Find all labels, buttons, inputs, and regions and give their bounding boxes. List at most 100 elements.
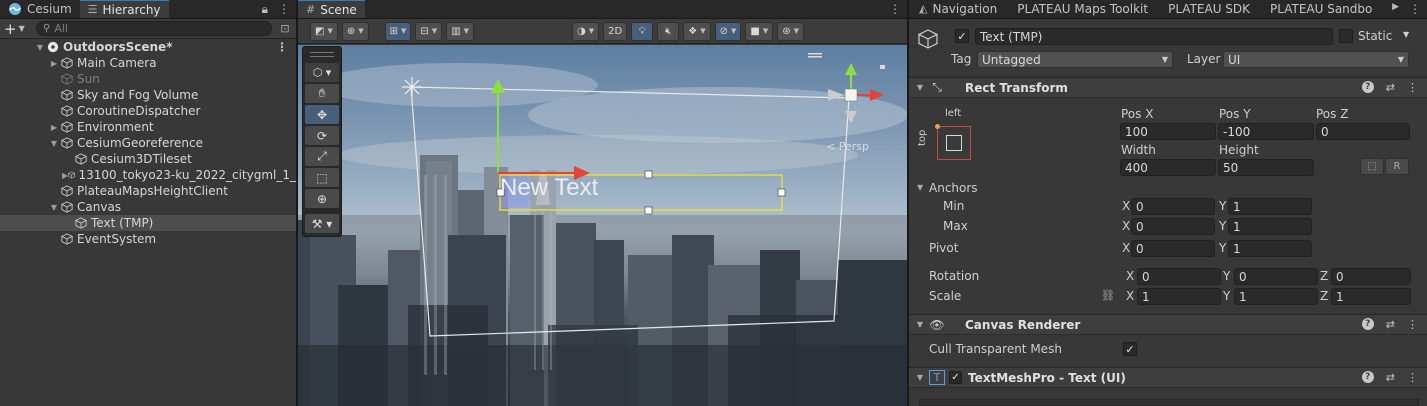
- scene-kebab-icon[interactable]: ⋮: [276, 40, 288, 54]
- hierarchy-item[interactable]: PlateauMapsHeightClient: [0, 183, 296, 199]
- pos-x-field[interactable]: 100: [1120, 123, 1216, 140]
- shading-mode-button[interactable]: ◑ ▼: [572, 21, 600, 41]
- hidden-objects-button[interactable]: ⊘ ▼: [714, 21, 742, 41]
- custom-tool-button[interactable]: ⚒ ▾: [305, 214, 339, 233]
- object-name-field[interactable]: Text (TMP): [975, 28, 1333, 45]
- grid-snap-button[interactable]: ⊞ ▼: [384, 21, 412, 41]
- tool-context-button[interactable]: ⬡ ▾: [305, 63, 339, 82]
- tab-overflow-icon[interactable]: ▶: [1392, 2, 1399, 16]
- audio-toggle-button[interactable]: 🔇︎: [657, 21, 680, 41]
- canvas-renderer-help-icon[interactable]: ?: [1361, 318, 1374, 330]
- overlay-grip[interactable]: [310, 52, 334, 57]
- canvas-renderer-header[interactable]: ▼ 👁︎ Canvas Renderer ? ⇄ ⋮: [909, 314, 1427, 335]
- rect-transform-header[interactable]: ▼ ⤡ Rect Transform ? ⇄ ⋮: [909, 77, 1427, 98]
- tab-hierarchy[interactable]: ☰ Hierarchy: [79, 0, 169, 18]
- ruler-button[interactable]: ▥ ▼: [446, 21, 475, 41]
- hierarchy-item[interactable]: ▶ Main Camera: [0, 55, 296, 71]
- preset-icon[interactable]: ⇄: [1386, 81, 1395, 94]
- expand-arrow-icon[interactable]: ▼: [48, 203, 60, 212]
- scene-viewport[interactable]: New Text < Persp: [298, 45, 907, 406]
- rot-y-field[interactable]: 0: [1234, 268, 1318, 285]
- kebab-menu-icon[interactable]: ⋮: [278, 2, 290, 17]
- hierarchy-item[interactable]: ▼ CesiumGeoreference: [0, 135, 296, 151]
- scene-kebab-menu-icon[interactable]: ⋮: [889, 2, 901, 16]
- tab-cesium[interactable]: Cesium: [0, 0, 80, 18]
- hierarchy-item[interactable]: EventSystem: [0, 231, 296, 247]
- component-menu-icon[interactable]: ⋮: [1407, 81, 1418, 94]
- textmeshpro-menu-icon[interactable]: ⋮: [1407, 371, 1418, 384]
- canvas-renderer-menu-icon[interactable]: ⋮: [1407, 318, 1418, 331]
- expand-arrow-icon[interactable]: ▼: [48, 139, 60, 148]
- ui-text-label[interactable]: New Text: [500, 174, 598, 202]
- static-dropdown-icon[interactable]: ▼: [1403, 30, 1409, 39]
- tab-plateau-maps-toolkit[interactable]: PLATEAU Maps Toolkit: [1007, 0, 1158, 18]
- help-icon[interactable]: ?: [1361, 81, 1374, 93]
- hierarchy-item[interactable]: Sun: [0, 71, 296, 87]
- expand-arrow-icon[interactable]: ▶: [48, 59, 60, 68]
- scale-tool-button[interactable]: ⤢: [305, 147, 339, 166]
- hierarchy-search-input[interactable]: ⚲ All: [36, 21, 272, 36]
- rect-tool-button[interactable]: ⬚: [305, 168, 339, 187]
- pos-y-field[interactable]: -100: [1218, 123, 1314, 140]
- rot-x-field[interactable]: 0: [1137, 268, 1221, 285]
- search-options-icon[interactable]: ⊡: [278, 22, 292, 35]
- tab-scene[interactable]: # Scene: [298, 0, 365, 18]
- hand-tool-button[interactable]: ✋︎: [305, 84, 339, 103]
- hierarchy-item[interactable]: Sky and Fog Volume: [0, 87, 296, 103]
- move-tool-button[interactable]: ✥: [305, 105, 339, 124]
- add-object-button[interactable]: + ▼: [4, 20, 30, 38]
- lighting-toggle-button[interactable]: 💡︎: [631, 21, 654, 41]
- tab-navigation[interactable]: ◭ Navigation: [909, 0, 1007, 18]
- transform-tool-button[interactable]: ⊕: [305, 189, 339, 208]
- tab-plateau-sandbox[interactable]: PLATEAU Sandbo: [1260, 0, 1382, 18]
- scale-z-field[interactable]: 1: [1331, 288, 1411, 305]
- scene-row[interactable]: ▼ OutdoorsScene* ⋮: [0, 39, 296, 55]
- height-field[interactable]: 50: [1218, 159, 1314, 176]
- camera-settings-button[interactable]: ■ ▼: [745, 21, 774, 41]
- min-y-field[interactable]: 1: [1228, 198, 1312, 215]
- anchors-label[interactable]: Anchors: [929, 181, 978, 195]
- effects-button[interactable]: ❖ ▼: [683, 21, 711, 41]
- global-local-button[interactable]: ⊕ ▼: [341, 21, 369, 41]
- canvas-renderer-preset-icon[interactable]: ⇄: [1386, 318, 1395, 331]
- expand-arrow-icon[interactable]: ▼: [34, 43, 46, 52]
- textmeshpro-preset-icon[interactable]: ⇄: [1386, 371, 1395, 384]
- textmeshpro-help-icon[interactable]: ?: [1361, 371, 1374, 383]
- increment-snap-button[interactable]: ⊟ ▼: [415, 21, 443, 41]
- hierarchy-item[interactable]: Cesium3DTileset: [0, 151, 296, 167]
- constrain-proportions-icon[interactable]: ⛓︎: [1101, 289, 1115, 302]
- scale-x-field[interactable]: 1: [1137, 288, 1221, 305]
- width-field[interactable]: 400: [1120, 159, 1216, 176]
- inspector-kebab-icon[interactable]: ⋮: [1409, 2, 1421, 16]
- cull-transparent-checkbox[interactable]: ✓: [1123, 342, 1137, 356]
- pos-z-field[interactable]: 0: [1316, 123, 1410, 140]
- expand-arrow-icon[interactable]: ▶: [48, 123, 60, 132]
- max-y-field[interactable]: 1: [1228, 218, 1312, 235]
- pivot-x-field[interactable]: 0: [1131, 240, 1215, 257]
- hierarchy-item[interactable]: ▶ Environment: [0, 119, 296, 135]
- hierarchy-item[interactable]: Text (TMP): [0, 215, 296, 231]
- toggle-2d-button[interactable]: 2D: [603, 21, 628, 41]
- hierarchy-item[interactable]: ▶ 13100_tokyo23-ku_2022_citygml_1_: [0, 167, 296, 183]
- active-checkbox[interactable]: ✓: [955, 29, 969, 43]
- blueprint-mode-button[interactable]: ⬚: [1360, 158, 1384, 175]
- perspective-label[interactable]: < Persp: [826, 140, 869, 153]
- min-x-field[interactable]: 0: [1131, 198, 1215, 215]
- hierarchy-item[interactable]: ▼ Canvas: [0, 199, 296, 215]
- lock-icon[interactable]: 🔒︎: [262, 2, 268, 17]
- static-checkbox[interactable]: [1339, 29, 1353, 43]
- scale-y-field[interactable]: 1: [1234, 288, 1318, 305]
- anchor-preset-button[interactable]: [937, 126, 971, 160]
- gizmos-button[interactable]: ⊛ ▼: [777, 21, 804, 41]
- anchors-foldout-icon[interactable]: ▼: [917, 183, 923, 192]
- rotate-tool-button[interactable]: ⟳: [305, 126, 339, 145]
- max-x-field[interactable]: 0: [1131, 218, 1215, 235]
- tag-dropdown[interactable]: Untagged ▼: [977, 51, 1173, 68]
- textmeshpro-header[interactable]: ▼ T ✓ TextMeshPro - Text (UI) ? ⇄ ⋮: [909, 367, 1427, 388]
- draw-mode-button[interactable]: ◩ ▼: [310, 21, 338, 41]
- tab-plateau-sdk[interactable]: PLATEAU SDK: [1158, 0, 1260, 18]
- pivot-y-field[interactable]: 1: [1228, 240, 1312, 257]
- rot-z-field[interactable]: 0: [1331, 268, 1411, 285]
- textmeshpro-enabled-checkbox[interactable]: ✓: [949, 371, 962, 384]
- raw-edit-button[interactable]: R: [1385, 158, 1409, 175]
